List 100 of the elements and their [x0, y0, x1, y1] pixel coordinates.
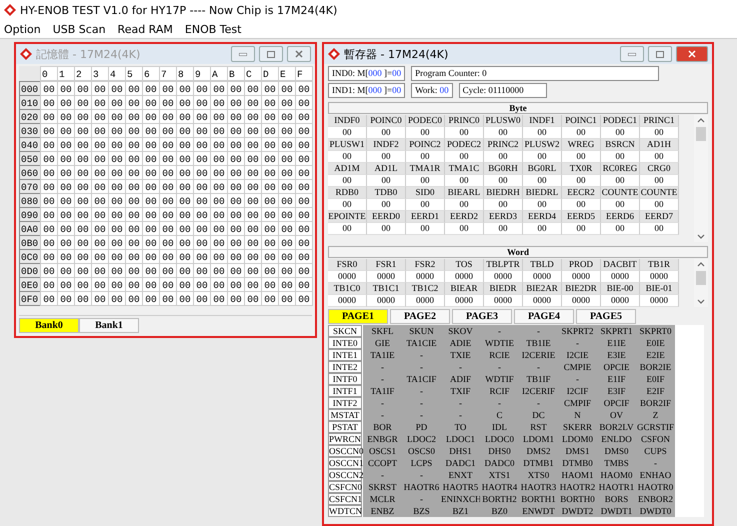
register-value[interactable]: 0000 [484, 295, 523, 308]
scroll-thumb[interactable] [696, 127, 706, 141]
memory-cell[interactable]: 00 [295, 249, 313, 264]
memory-cell[interactable]: 00 [108, 291, 126, 306]
register-value[interactable]: 0000 [523, 295, 562, 308]
memory-cell[interactable]: 00 [295, 193, 313, 208]
register-value[interactable]: 00 [328, 223, 367, 235]
memory-cell[interactable]: 00 [295, 95, 313, 110]
memory-cell[interactable]: 00 [91, 291, 109, 306]
memory-cell[interactable]: 00 [40, 291, 58, 306]
close-button[interactable] [676, 46, 708, 62]
register-value[interactable]: 0000 [601, 295, 640, 308]
memory-cell[interactable]: 00 [210, 291, 228, 306]
register-value[interactable]: 00 [328, 151, 367, 163]
minimize-button[interactable] [231, 46, 255, 62]
register-value[interactable]: 0000 [640, 295, 679, 308]
register-value[interactable]: 00 [601, 223, 640, 235]
memory-cell[interactable]: 00 [295, 207, 313, 222]
register-value[interactable]: 00 [484, 127, 523, 139]
memory-cell[interactable]: 00 [74, 291, 92, 306]
register-value[interactable]: 0000 [601, 271, 640, 284]
register-value[interactable]: 00 [562, 223, 601, 235]
register-value[interactable]: 00 [640, 223, 679, 235]
page-tab[interactable]: PAGE5 [576, 309, 636, 324]
register-value[interactable]: 0000 [562, 271, 601, 284]
register-value[interactable]: 00 [484, 223, 523, 235]
memory-cell[interactable]: 00 [295, 221, 313, 236]
maximize-button[interactable] [259, 46, 283, 62]
register-value[interactable]: 0000 [328, 295, 367, 308]
maximize-button[interactable] [648, 46, 672, 62]
register-value[interactable]: 00 [601, 151, 640, 163]
register-value[interactable]: 0000 [562, 295, 601, 308]
register-value[interactable]: 0000 [367, 271, 406, 284]
register-value[interactable]: 0000 [367, 295, 406, 308]
close-button[interactable] [287, 46, 311, 62]
register-value[interactable]: 00 [523, 199, 562, 211]
bank-tab[interactable]: Bank0 [19, 318, 79, 333]
register-value[interactable]: 0000 [484, 271, 523, 284]
register-value[interactable]: 00 [601, 175, 640, 187]
memory-cell[interactable]: 00 [193, 291, 211, 306]
register-value[interactable]: 00 [523, 151, 562, 163]
register-value[interactable]: 00 [367, 175, 406, 187]
register-value[interactable]: 00 [406, 223, 445, 235]
scroll-up-icon[interactable] [697, 118, 705, 123]
page-tab[interactable]: PAGE4 [514, 309, 574, 324]
memory-cell[interactable]: 00 [295, 109, 313, 124]
register-value[interactable]: 0000 [406, 271, 445, 284]
memory-cell[interactable]: 00 [295, 179, 313, 194]
memory-cell[interactable]: 00 [244, 291, 262, 306]
bank-tab[interactable]: Bank1 [79, 318, 139, 333]
memory-cell[interactable]: 00 [176, 291, 194, 306]
register-value[interactable]: 00 [523, 127, 562, 139]
register-value[interactable]: 00 [640, 127, 679, 139]
register-value[interactable]: 00 [328, 199, 367, 211]
scroll-thumb[interactable] [696, 271, 706, 286]
page-tab[interactable]: PAGE3 [452, 309, 512, 324]
register-value[interactable]: 0000 [328, 271, 367, 284]
register-value[interactable]: 00 [445, 175, 484, 187]
register-value[interactable]: 00 [406, 175, 445, 187]
register-value[interactable]: 00 [406, 127, 445, 139]
menu-item[interactable]: Read RAM [118, 22, 173, 36]
menu-item[interactable]: ENOB Test [184, 22, 242, 36]
register-value[interactable]: 00 [406, 199, 445, 211]
register-value[interactable]: 00 [367, 151, 406, 163]
memory-cell[interactable]: 00 [295, 165, 313, 180]
register-value[interactable]: 00 [445, 127, 484, 139]
memory-cell[interactable]: 00 [295, 123, 313, 138]
page-tab[interactable]: PAGE1 [328, 309, 388, 324]
memory-cell[interactable]: 00 [295, 263, 313, 278]
memory-cell[interactable]: 00 [295, 151, 313, 166]
memory-cell[interactable]: 00 [159, 291, 177, 306]
register-value[interactable]: 00 [328, 127, 367, 139]
register-value[interactable]: 00 [445, 223, 484, 235]
register-value[interactable]: 00 [640, 199, 679, 211]
register-value[interactable]: 00 [367, 127, 406, 139]
memory-cell[interactable]: 00 [227, 291, 245, 306]
register-value[interactable]: 00 [562, 199, 601, 211]
memory-cell[interactable]: 00 [295, 235, 313, 250]
register-value[interactable]: 00 [523, 175, 562, 187]
memory-cell[interactable]: 00 [278, 291, 296, 306]
memory-cell[interactable]: 00 [57, 291, 75, 306]
register-value[interactable]: 00 [406, 151, 445, 163]
minimize-button[interactable] [620, 46, 644, 62]
register-value[interactable]: 00 [562, 175, 601, 187]
memory-cell[interactable]: 00 [142, 291, 160, 306]
register-value[interactable]: 0000 [445, 295, 484, 308]
register-value[interactable]: 00 [523, 223, 562, 235]
register-value[interactable]: 00 [484, 199, 523, 211]
scrollbar[interactable] [694, 115, 708, 242]
register-value[interactable]: 0000 [406, 295, 445, 308]
register-value[interactable]: 00 [484, 175, 523, 187]
register-value[interactable]: 00 [328, 175, 367, 187]
scroll-up-icon[interactable] [697, 262, 705, 268]
register-value[interactable]: 0000 [523, 271, 562, 284]
register-value[interactable]: 0000 [445, 271, 484, 284]
register-value[interactable]: 00 [601, 127, 640, 139]
register-value[interactable]: 00 [640, 175, 679, 187]
memory-cell[interactable]: 00 [261, 291, 279, 306]
menu-item[interactable]: USB Scan [52, 22, 106, 36]
register-value[interactable]: 0000 [640, 271, 679, 284]
